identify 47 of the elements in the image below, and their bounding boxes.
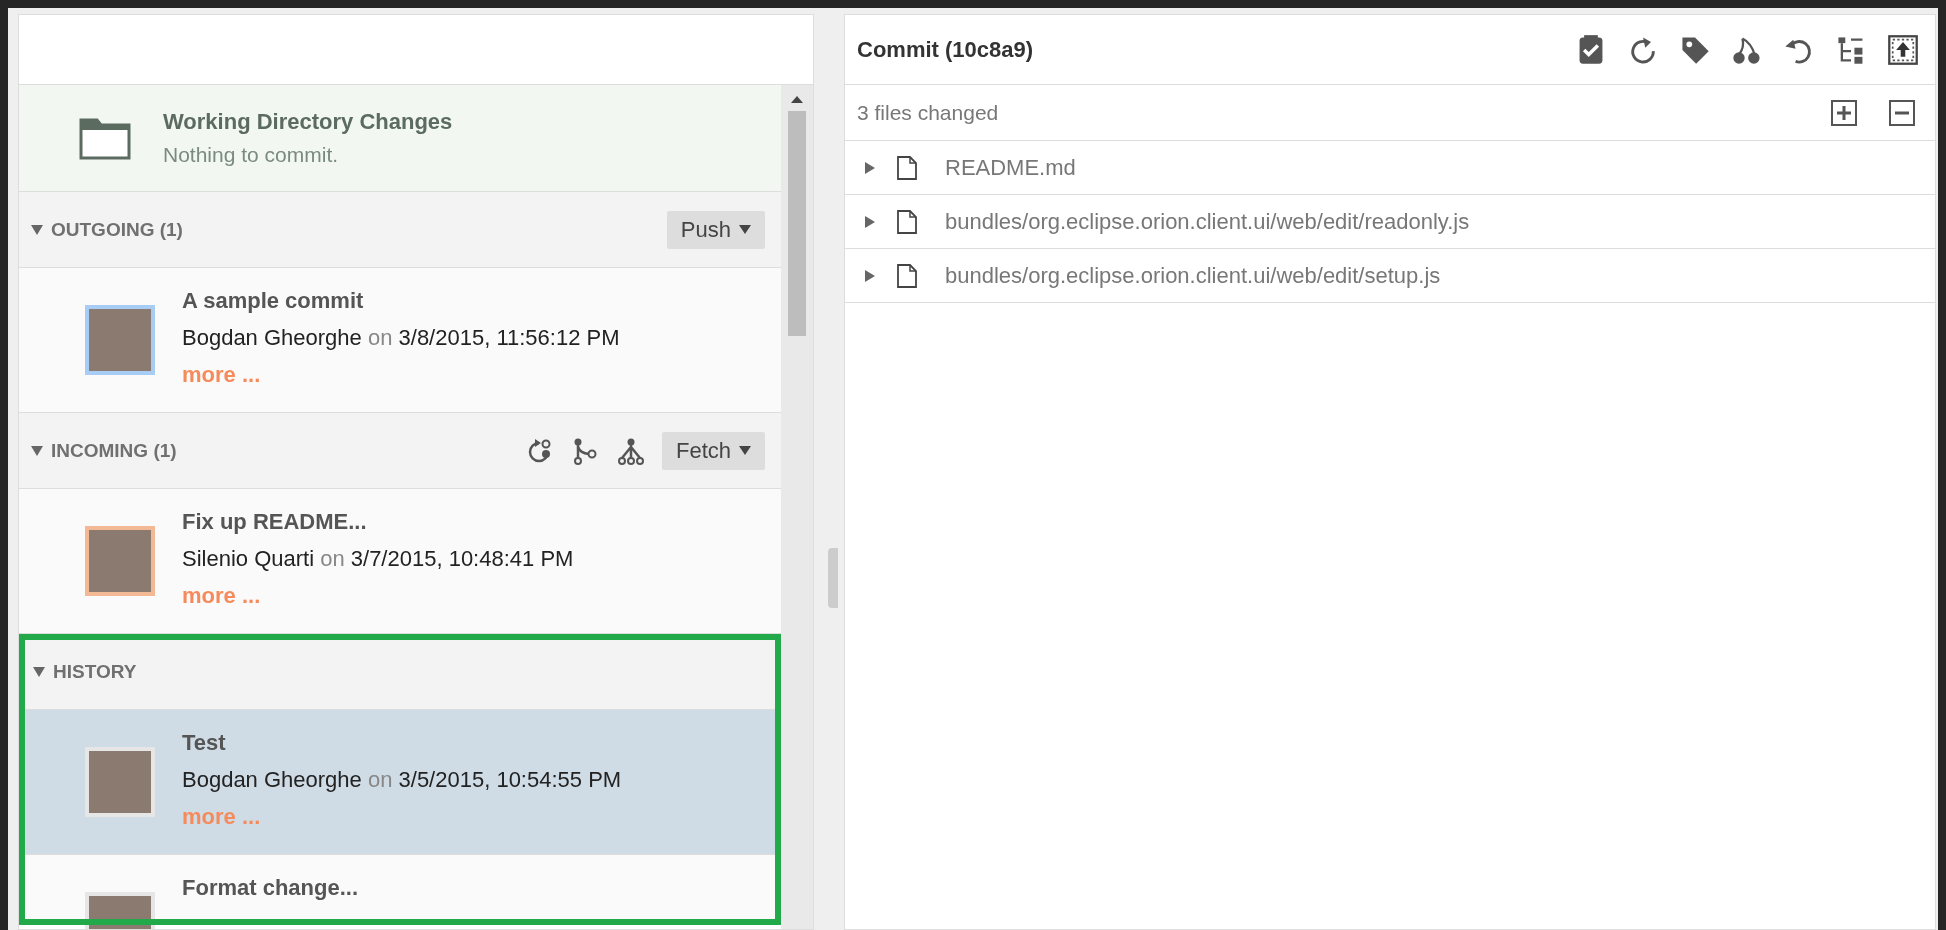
expand-triangle-icon[interactable] — [865, 269, 875, 282]
dropdown-button[interactable]: Fetch — [661, 431, 765, 470]
scrollbar-thumb[interactable] — [788, 111, 806, 336]
upload-icon[interactable] — [1887, 33, 1919, 66]
caret-icon — [739, 446, 751, 455]
document-icon — [897, 209, 917, 234]
section-title: OUTGOING (1) — [51, 218, 184, 241]
dropdown-button[interactable]: Push — [666, 210, 765, 249]
commit-row[interactable]: Fix up README... Silenio Quarti on 3/7/2015, 10:48:41 PM more ... — [19, 489, 781, 634]
section-title: HISTORY — [53, 660, 138, 683]
expand-triangle-icon[interactable] — [865, 215, 875, 228]
avatar-placeholder — [85, 526, 155, 596]
scroll-up-arrow-icon[interactable] — [791, 96, 803, 103]
file-row[interactable]: README.md — [845, 141, 1935, 195]
document-icon — [897, 263, 917, 288]
merge-icon[interactable] — [616, 436, 645, 465]
working-directory-status: Nothing to commit. — [163, 143, 340, 167]
commit-byline: Silenio Quarti on 3/7/2015, 10:48:41 PM — [182, 546, 574, 572]
commit-row[interactable]: A sample commit Bogdan Gheorghe on 3/8/2015, 11:56:12 PM more ... — [19, 268, 781, 413]
folder-icon — [79, 116, 131, 160]
file-name: README.md — [945, 154, 1076, 181]
avatar-placeholder — [85, 747, 155, 817]
commit-title: Test — [182, 730, 227, 756]
commit-byline: Bogdan Gheorghe on 3/8/2015, 11:56:12 PM — [182, 325, 620, 351]
commit-title: Fix up README... — [182, 509, 368, 535]
working-directory-title: Working Directory Changes — [163, 109, 453, 135]
splitter-handle[interactable] — [828, 548, 838, 608]
avatar-placeholder — [85, 305, 155, 375]
commit-byline: Bogdan Gheorghe on 3/5/2015, 10:54:55 PM — [182, 767, 622, 793]
section-title: INCOMING (1) — [51, 439, 178, 462]
file-row[interactable]: bundles/org.eclipse.orion.client.ui/web/edit/readonly.js — [845, 195, 1935, 249]
expand-all-icon[interactable] — [1831, 99, 1857, 126]
section-header[interactable]: OUTGOING (1) Push — [19, 192, 781, 268]
caret-icon — [739, 225, 751, 234]
file-row[interactable]: bundles/org.eclipse.orion.client.ui/web/edit/setup.js — [845, 249, 1935, 303]
scrollbar[interactable] — [781, 85, 813, 929]
file-name: bundles/org.eclipse.orion.client.ui/web/edit/setup.js — [945, 262, 1441, 289]
expand-triangle-icon[interactable] — [865, 161, 875, 174]
file-name: bundles/org.eclipse.orion.client.ui/web/edit/readonly.js — [945, 208, 1470, 235]
commit-title: A sample commit — [182, 288, 365, 314]
files-changed-summary: 3 files changed — [857, 100, 1000, 125]
section-header[interactable]: INCOMING (1) Fetch — [19, 413, 781, 489]
working-directory-row[interactable]: Working Directory Changes Nothing to commit. — [19, 85, 781, 192]
commit-panel-title: Commit (10c8a9) — [857, 36, 1035, 63]
document-icon — [897, 155, 917, 180]
commit-title: Format change... — [182, 875, 359, 901]
collapse-all-icon[interactable] — [1889, 99, 1915, 126]
